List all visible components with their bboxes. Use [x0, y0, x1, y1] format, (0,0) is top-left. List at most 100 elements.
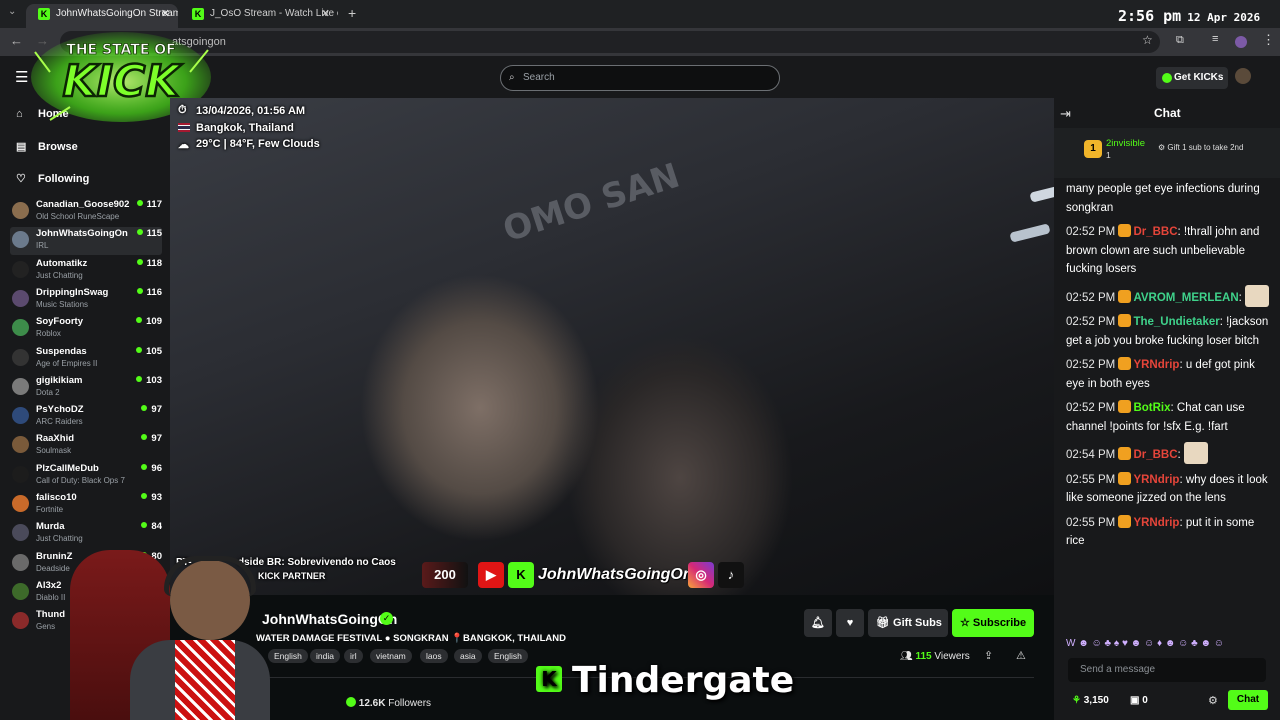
tag[interactable]: vietnam — [370, 649, 412, 663]
drops-icon: ▣ — [1130, 695, 1143, 706]
chat-text: many people get eye infections during so… — [1066, 183, 1260, 214]
media-icon[interactable]: ≡ — [1212, 33, 1218, 45]
video-light — [1029, 183, 1054, 203]
avatar — [12, 319, 29, 337]
video-sign-text: OMO SAN — [498, 155, 685, 251]
sidebar-item-following[interactable]: ♡ Following — [16, 172, 89, 185]
sidebar-item-channel[interactable]: Canadian_Goose902 Old School RuneScape 117 — [10, 198, 162, 226]
video-player[interactable]: OMO SAN ⏱ 13/04/2026, 01:56 AM Bangkok, … — [170, 98, 1054, 595]
verified-icon — [346, 697, 356, 707]
emote-strip[interactable]: W ☻ ☺ ♣ ♠ ♥ ☻ ☺ ♦ ☻ ☺ ♣ ☻ ☺ — [1066, 638, 1268, 652]
tiktok-icon: ♪ — [718, 562, 744, 588]
hamburger-icon[interactable]: ☰ — [15, 68, 28, 86]
url-field[interactable]: atsgoingon — [60, 31, 1160, 53]
streamer-name[interactable]: JohnWhatsGoingOn — [262, 611, 397, 627]
pinned-user: 2invisible — [1106, 138, 1146, 149]
avatar — [12, 202, 29, 219]
chat-username[interactable]: BotRix — [1133, 402, 1170, 414]
sidebar-item-channel[interactable]: PlzCallMeDub Call of Duty: Black Ops 7 96 — [10, 462, 162, 490]
get-kicks-button[interactable]: Get KICKs — [1156, 67, 1228, 89]
channel-name: gigikikiam — [36, 374, 83, 386]
kick-favicon-icon: K — [192, 8, 204, 20]
sidebar-item-channel[interactable]: PsYchoDZ ARC Raiders 97 — [10, 403, 162, 431]
share-icon[interactable]: ⇪ — [984, 649, 993, 662]
chat-username[interactable]: YRNdrip — [1133, 517, 1179, 529]
gift-subs-button[interactable]: 🎁︎ Gift Subs — [868, 609, 948, 637]
gift-icon: 🎁︎ — [876, 617, 894, 629]
sidebar-item-channel[interactable]: DrippingInSwag Music Stations 116 — [10, 286, 162, 314]
subscribe-button[interactable]: ☆ Subscribe — [952, 609, 1034, 637]
collapse-chat-icon[interactable]: ⇥ — [1060, 106, 1071, 122]
heart-icon: ♥ — [846, 617, 854, 629]
sidebar-item-channel[interactable]: JohnWhatsGoingOn IRL 115 — [10, 227, 162, 256]
settings-gear-icon[interactable]: ⚙ — [1208, 694, 1218, 707]
viewers-label: Viewers — [934, 651, 970, 662]
avatar[interactable] — [1235, 68, 1251, 84]
channel-category: ARC Raiders — [36, 417, 83, 427]
badge-icon — [1118, 400, 1132, 413]
lanyard — [175, 640, 235, 720]
tag[interactable]: asia — [454, 649, 482, 663]
back-icon[interactable]: ← — [10, 33, 23, 48]
close-icon[interactable]: ✕ — [321, 4, 330, 24]
profile-icon[interactable] — [1235, 36, 1247, 48]
new-tab-icon[interactable]: + — [348, 5, 356, 21]
bookmark-star-icon[interactable]: ☆ — [1142, 33, 1153, 47]
sidebar-item-channel[interactable]: SoyFoorty Roblox 109 — [10, 315, 162, 343]
tag[interactable]: laos — [420, 649, 448, 663]
viewers-value: 115 — [915, 651, 932, 662]
sidebar-item-channel[interactable]: Automatikz Just Chatting 118 — [10, 257, 162, 285]
tag[interactable]: English — [488, 649, 528, 663]
caption-text: Tindergate — [572, 660, 795, 701]
chat-username[interactable]: The_Undietaker — [1133, 316, 1219, 328]
tag[interactable]: irl — [344, 649, 363, 663]
chat-username[interactable]: Dr_BBC — [1133, 449, 1177, 461]
follow-button[interactable]: ♥ — [836, 609, 864, 637]
stream-info: JohnWhatsGoingOn ✓ WATER DAMAGE FESTIVAL… — [170, 595, 1054, 720]
chat-username[interactable]: YRNdrip — [1133, 474, 1179, 486]
sidebar-item-browse[interactable]: ▤ Browse — [16, 140, 78, 153]
channel-category: Gens — [36, 622, 56, 632]
report-icon[interactable]: ⚠ — [1016, 649, 1026, 662]
sidebar-item-channel[interactable]: Suspendas Age of Empires II 105 — [10, 345, 162, 373]
chat-username[interactable]: YRNdrip — [1133, 359, 1179, 371]
chat-input[interactable]: Send a message — [1068, 658, 1266, 682]
avatar — [12, 260, 29, 278]
sidebar-item-channel[interactable]: gigikikiam Dota 2 103 — [10, 374, 162, 402]
gift-prompt[interactable]: ⚙︎ Gift 1 sub to take 2nd — [1158, 143, 1243, 152]
chat-username[interactable]: AVROM_MERLEAN — [1133, 292, 1238, 304]
sidebar-item-channel[interactable]: falisco10 Fortnite 93 — [10, 491, 162, 519]
tab-list-icon[interactable]: ⌄ — [8, 6, 16, 17]
webcam-overlay — [60, 540, 270, 720]
gift-prompt-label: Gift 1 sub to take 2nd — [1167, 143, 1244, 152]
heart-icon: ♡ — [16, 173, 26, 185]
tab-1-title: JohnWhatsGoingOn Stream — [56, 8, 178, 19]
chat-time: 02:54 PM — [1066, 449, 1116, 461]
badge-icon — [1118, 514, 1132, 528]
sidebar-item-channel[interactable]: RaaXhid Soulmask 97 — [10, 432, 162, 460]
menu-icon[interactable]: ⋮ — [1262, 32, 1275, 48]
followers-label: Followers — [388, 698, 432, 709]
chat-time: 02:55 PM — [1066, 473, 1116, 486]
overlay-location: Bangkok, Thailand — [196, 122, 294, 134]
tag[interactable]: English — [268, 649, 308, 663]
gift-subs-label: Gift Subs — [893, 617, 942, 629]
points-value: 3,150 — [1083, 695, 1109, 706]
close-icon[interactable]: ✕ — [161, 4, 170, 24]
badge-icon — [1118, 289, 1132, 303]
extensions-icon[interactable]: ⧉ — [1176, 34, 1184, 47]
notification-bell-button[interactable]: 🔔︎ — [804, 609, 832, 637]
drops-display[interactable]: ▣ 0 — [1130, 695, 1148, 706]
chat-time: 02:55 PM — [1066, 516, 1116, 529]
tag[interactable]: india — [310, 649, 340, 663]
viewer-count: 103 — [136, 375, 162, 386]
avatar — [12, 465, 29, 483]
badge-icon — [1118, 357, 1132, 370]
chat-username[interactable]: Dr_BBC — [1133, 226, 1177, 238]
points-display[interactable]: ⚘ 3,150 — [1072, 695, 1109, 706]
followers-count: 12.6K Followers — [346, 697, 431, 709]
search-icon: ⌕ — [509, 72, 515, 83]
search-input[interactable]: ⌕ Search — [500, 65, 780, 91]
chat-send-button[interactable]: Chat — [1228, 690, 1268, 710]
channel-category: Old School RuneScape — [36, 212, 120, 221]
